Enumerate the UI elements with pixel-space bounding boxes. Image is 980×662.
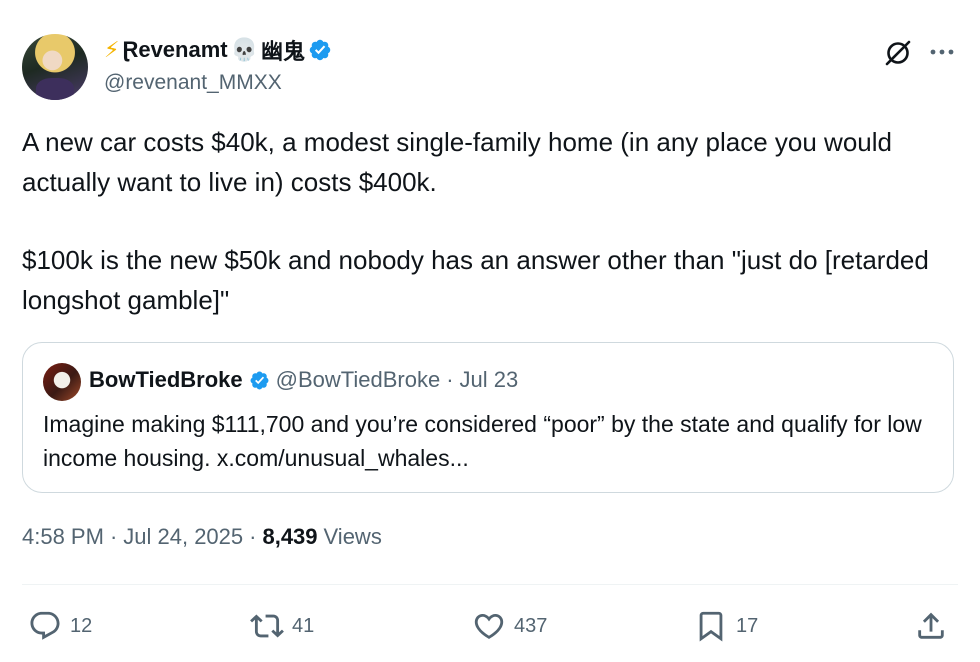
reply-count: 12 [70, 614, 93, 637]
repost-icon [250, 614, 284, 638]
quoted-tweet-date: Jul 23 [459, 367, 519, 392]
lightning-emoji: ⚡ [104, 37, 120, 62]
repost-count: 41 [292, 614, 315, 637]
views-count: 8,439 [262, 524, 318, 549]
quoted-tweet-header: BowTiedBroke @BowTiedBroke · Jul 23 [89, 367, 518, 393]
like-button[interactable]: 437 [472, 608, 547, 644]
separator-dot: · [249, 524, 257, 549]
grok-icon[interactable] [882, 37, 914, 69]
quoted-author-handle: @BowTiedBroke [275, 367, 441, 392]
author-name-suffix[interactable]: 幽鬼 [261, 34, 305, 66]
separator-dot: · [109, 524, 118, 549]
author-avatar[interactable] [22, 34, 88, 100]
tweet: ⚡ Ɽevenamt 💀 幽鬼 @revenant_MMXX A new car… [0, 0, 980, 662]
like-icon [474, 613, 504, 639]
more-icon[interactable] [928, 38, 956, 66]
skull-emoji: 💀 [230, 37, 259, 62]
tweet-text: A new car costs $40k, a modest single-fa… [22, 122, 952, 320]
separator-dot: · [446, 367, 454, 392]
bookmark-count: 17 [736, 614, 759, 637]
views-label: Views [323, 524, 382, 549]
tweet-metadata: 4:58 PM · Jul 24, 2025 · 8,439 Views [22, 524, 382, 550]
like-count: 437 [514, 614, 548, 637]
author-display-name[interactable]: Ɽevenamt [122, 37, 227, 63]
reply-icon [30, 611, 60, 640]
bookmark-icon [699, 611, 723, 642]
share-icon [918, 612, 944, 639]
quoted-author-name: BowTiedBroke [89, 367, 243, 392]
quoted-tweet-text: Imagine making $111,700 and you’re consi… [43, 407, 943, 475]
verified-badge-icon [250, 371, 269, 389]
quoted-author-avatar [43, 363, 81, 401]
verified-badge-icon[interactable] [308, 38, 332, 62]
repost-button[interactable]: 41 [250, 608, 314, 644]
share-button[interactable] [914, 608, 948, 644]
reply-button[interactable]: 12 [28, 608, 92, 644]
tweet-paragraph: A new car costs $40k, a modest single-fa… [22, 127, 892, 197]
quoted-tweet-card[interactable]: BowTiedBroke @BowTiedBroke · Jul 23 Imag… [22, 342, 954, 493]
author-handle[interactable]: @revenant_MMXX [104, 71, 282, 95]
divider [22, 584, 958, 585]
tweet-date[interactable]: Jul 24, 2025 [123, 524, 243, 550]
tweet-time[interactable]: 4:58 PM [22, 524, 104, 550]
quoted-tweet-body: Imagine making $111,700 and you’re consi… [43, 411, 922, 471]
author-name-row[interactable]: ⚡ Ɽevenamt 💀 幽鬼 [104, 34, 332, 66]
bookmark-button[interactable]: 17 [694, 608, 758, 644]
tweet-paragraph: $100k is the new $50k and nobody has an … [22, 245, 929, 315]
